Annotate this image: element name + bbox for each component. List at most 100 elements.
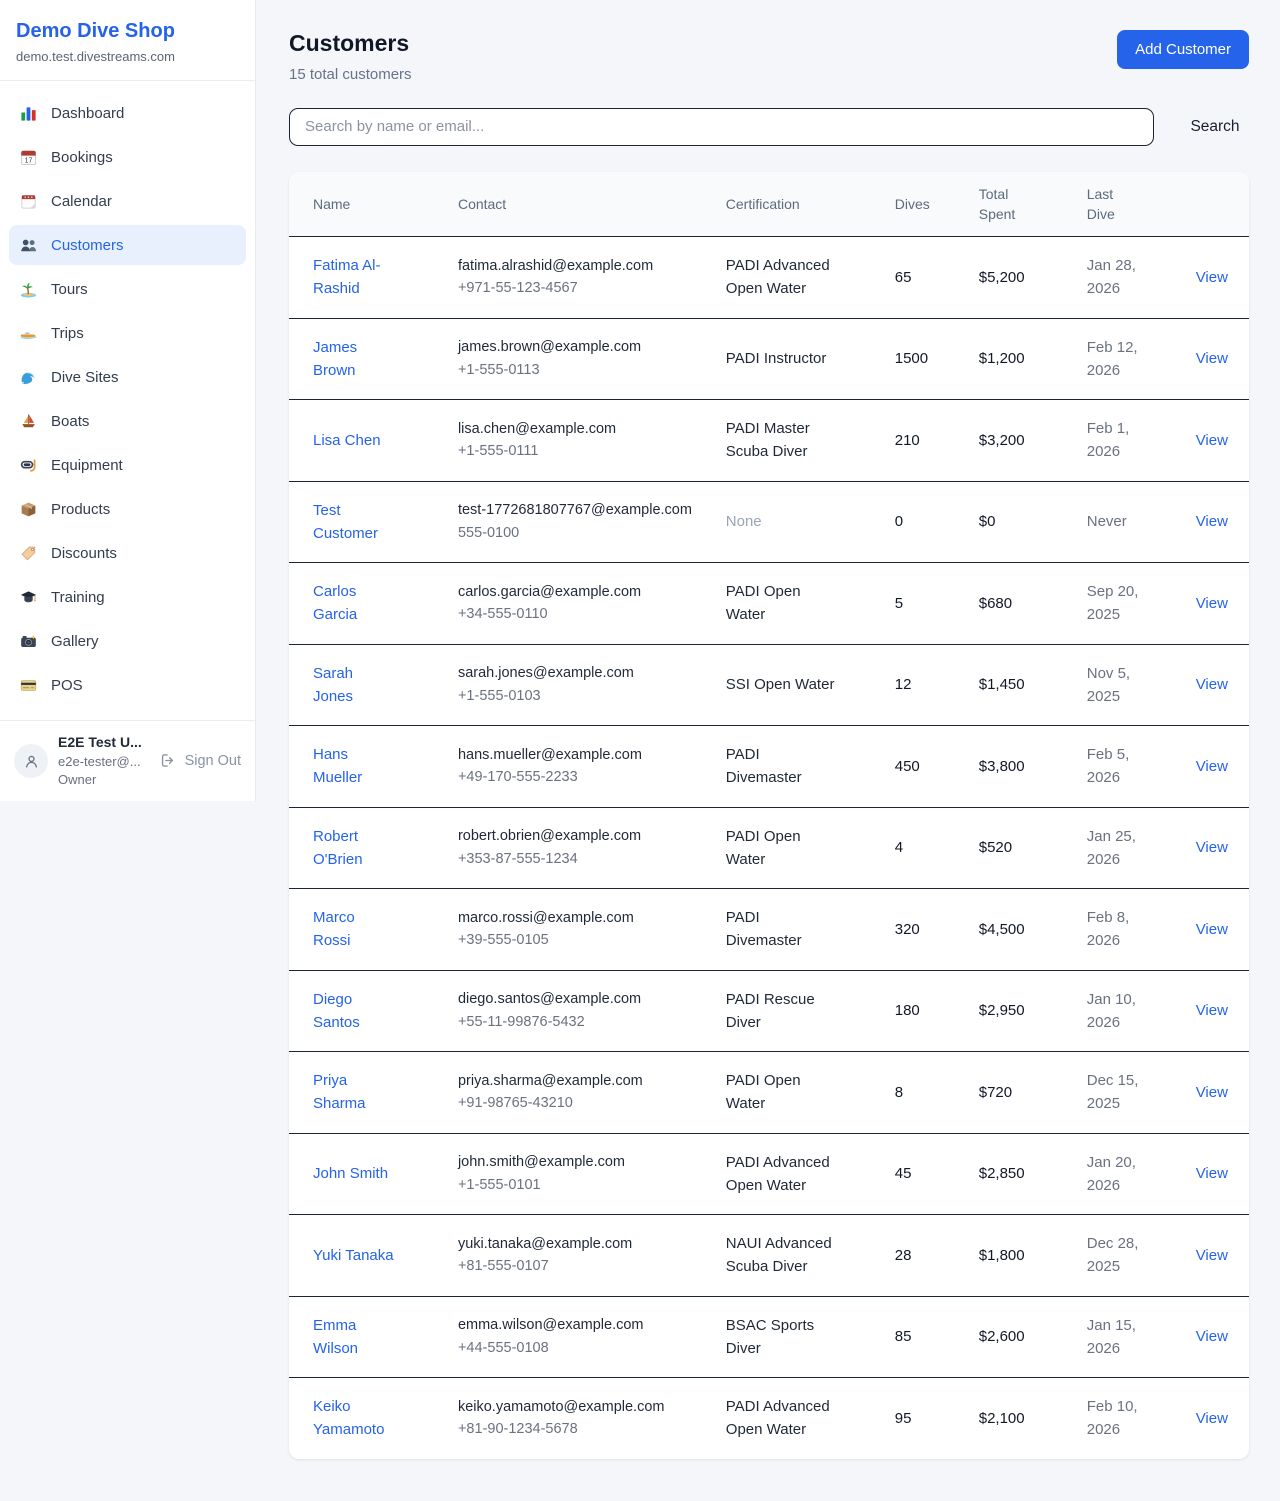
- view-link[interactable]: View: [1196, 269, 1228, 286]
- customer-phone: +1-555-0111: [458, 440, 714, 462]
- view-link[interactable]: View: [1196, 676, 1228, 693]
- sidebar-item-bookings[interactable]: 17 Bookings: [9, 137, 246, 177]
- total-spent: $1,450: [979, 644, 1087, 726]
- sidebar-item-dive-sites[interactable]: Dive Sites: [9, 357, 246, 397]
- customer-phone: +91-98765-43210: [458, 1092, 714, 1114]
- sidebar-item-training[interactable]: Training: [9, 577, 246, 617]
- dives-count: 210: [895, 400, 979, 482]
- customer-name-link[interactable]: Sarah Jones: [313, 662, 395, 709]
- dives-count: 180: [895, 970, 979, 1052]
- customer-name-link[interactable]: Diego Santos: [313, 988, 395, 1035]
- table-row: James Brown james.brown@example.com +1-5…: [289, 318, 1249, 400]
- customer-name-link[interactable]: Marco Rossi: [313, 906, 395, 953]
- table-row: Emma Wilson emma.wilson@example.com +44-…: [289, 1296, 1249, 1378]
- view-link[interactable]: View: [1196, 350, 1228, 367]
- sidebar-item-pos[interactable]: POS: [9, 665, 246, 705]
- view-link[interactable]: View: [1196, 839, 1228, 856]
- customer-phone: +34-555-0110: [458, 603, 714, 625]
- app-root: Demo Dive Shop demo.test.divestreams.com…: [0, 0, 1280, 1501]
- customer-name-link[interactable]: Robert O'Brien: [313, 825, 395, 872]
- certification-text: PADI Master Scuba Diver: [726, 417, 838, 464]
- view-link[interactable]: View: [1196, 513, 1228, 530]
- table-row: Carlos Garcia carlos.garcia@example.com …: [289, 563, 1249, 645]
- shop-domain: demo.test.divestreams.com: [16, 49, 239, 64]
- user-name: E2E Test U...: [58, 734, 149, 752]
- customer-email: priya.sharma@example.com: [458, 1070, 714, 1092]
- last-dive-date: Nov 5, 2025: [1087, 662, 1161, 709]
- speedboat-icon: [19, 324, 38, 343]
- table-row: Diego Santos diego.santos@example.com +5…: [289, 970, 1249, 1052]
- view-link[interactable]: View: [1196, 1002, 1228, 1019]
- last-dive-date: Sep 20, 2025: [1087, 580, 1161, 627]
- customer-name-link[interactable]: Lisa Chen: [313, 429, 381, 452]
- search-button[interactable]: Search: [1181, 118, 1249, 136]
- sidebar-item-equipment[interactable]: Equipment: [9, 445, 246, 485]
- total-spent: $2,100: [979, 1378, 1087, 1459]
- customer-name-link[interactable]: Hans Mueller: [313, 743, 395, 790]
- tag-icon: [19, 544, 38, 563]
- customer-name-link[interactable]: Test Customer: [313, 499, 395, 546]
- certification-text: PADI Open Water: [726, 580, 838, 627]
- customer-name-link[interactable]: Keiko Yamamoto: [313, 1395, 395, 1442]
- sidebar-item-boats[interactable]: Boats: [9, 401, 246, 441]
- add-customer-button[interactable]: Add Customer: [1117, 30, 1249, 69]
- dives-count: 5: [895, 563, 979, 645]
- sidebar-item-dashboard[interactable]: Dashboard: [9, 93, 246, 133]
- sidebar-item-tours[interactable]: Tours: [9, 269, 246, 309]
- total-spent: $520: [979, 807, 1087, 889]
- column-header-name: Name: [289, 172, 458, 237]
- customer-name-link[interactable]: Fatima Al-Rashid: [313, 254, 395, 301]
- customer-email: marco.rossi@example.com: [458, 907, 714, 929]
- customer-name-link[interactable]: James Brown: [313, 336, 395, 383]
- dive-mask-icon: [19, 456, 38, 475]
- view-link[interactable]: View: [1196, 921, 1228, 938]
- last-dive-date: Feb 5, 2026: [1087, 743, 1161, 790]
- customer-phone: +1-555-0113: [458, 359, 714, 381]
- customer-email: hans.mueller@example.com: [458, 744, 714, 766]
- svg-text:17: 17: [25, 156, 33, 164]
- view-link[interactable]: View: [1196, 1165, 1228, 1182]
- customer-phone: +49-170-555-2233: [458, 766, 714, 788]
- view-link[interactable]: View: [1196, 1247, 1228, 1264]
- sidebar-item-calendar[interactable]: Calendar: [9, 181, 246, 221]
- customer-name-link[interactable]: Emma Wilson: [313, 1314, 395, 1361]
- certification-text: PADI Advanced Open Water: [726, 1395, 838, 1442]
- view-link[interactable]: View: [1196, 432, 1228, 449]
- customer-name-link[interactable]: John Smith: [313, 1162, 388, 1185]
- last-dive-date: Feb 1, 2026: [1087, 417, 1161, 464]
- customer-name-link[interactable]: Carlos Garcia: [313, 580, 395, 627]
- sidebar-item-trips[interactable]: Trips: [9, 313, 246, 353]
- sidebar-item-products[interactable]: Products: [9, 489, 246, 529]
- calendar-date-icon: 17: [19, 148, 38, 167]
- customer-phone: +81-90-1234-5678: [458, 1418, 714, 1440]
- customer-email: lisa.chen@example.com: [458, 418, 714, 440]
- view-link[interactable]: View: [1196, 1084, 1228, 1101]
- sidebar-item-discounts[interactable]: Discounts: [9, 533, 246, 573]
- total-spent: $1,200: [979, 318, 1087, 400]
- customer-email: james.brown@example.com: [458, 336, 714, 358]
- dives-count: 95: [895, 1378, 979, 1459]
- bar-chart-icon: [19, 104, 38, 123]
- sign-out-button[interactable]: Sign Out: [159, 752, 241, 771]
- view-link[interactable]: View: [1196, 1410, 1228, 1427]
- view-link[interactable]: View: [1196, 758, 1228, 775]
- total-spent: $5,200: [979, 237, 1087, 319]
- search-input[interactable]: [289, 108, 1154, 146]
- customer-phone: +39-555-0105: [458, 929, 714, 951]
- total-spent: $680: [979, 563, 1087, 645]
- view-link[interactable]: View: [1196, 1328, 1228, 1345]
- customer-name-link[interactable]: Priya Sharma: [313, 1069, 395, 1116]
- sidebar-item-customers[interactable]: Customers: [9, 225, 246, 265]
- certification-text: PADI Divemaster: [726, 906, 838, 953]
- dives-count: 12: [895, 644, 979, 726]
- user-email: e2e-tester@...: [58, 754, 149, 770]
- certification-text: PADI Advanced Open Water: [726, 254, 838, 301]
- customer-name-link[interactable]: Yuki Tanaka: [313, 1244, 394, 1267]
- search-bar: Search: [289, 108, 1249, 146]
- sidebar-item-gallery[interactable]: Gallery: [9, 621, 246, 661]
- last-dive-date: Feb 10, 2026: [1087, 1395, 1161, 1442]
- column-header-actions: [1196, 172, 1249, 237]
- customer-phone: +1-555-0101: [458, 1174, 714, 1196]
- certification-text: None: [726, 510, 762, 533]
- view-link[interactable]: View: [1196, 595, 1228, 612]
